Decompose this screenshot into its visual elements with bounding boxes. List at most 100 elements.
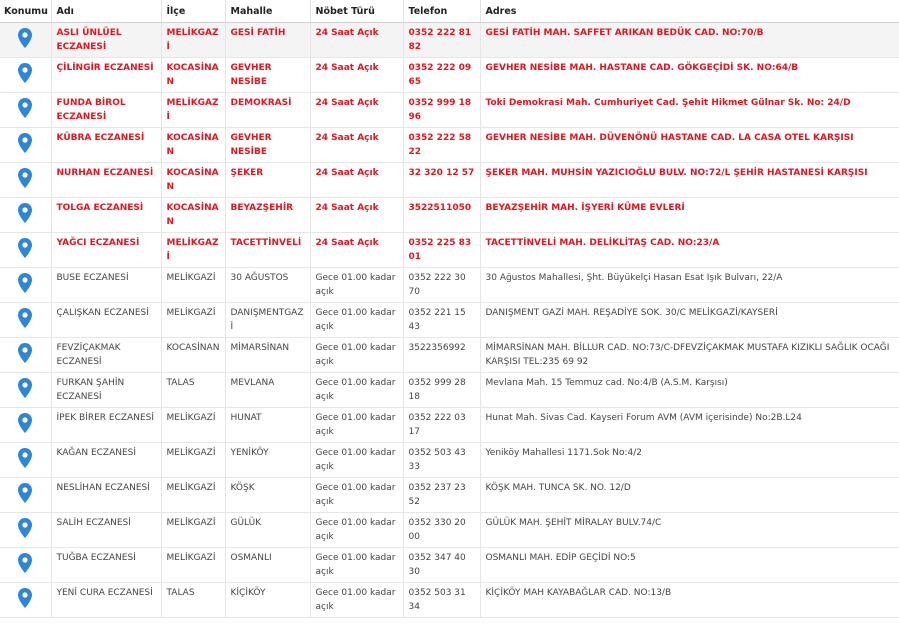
header-telefon[interactable]: Telefon [402,0,480,23]
neighborhood-cell: BEYAZŞEHİR [224,197,310,233]
neighborhood-cell: YENİKÖY [224,442,310,478]
phone-cell[interactable]: 0352 222 58 22 [402,127,480,163]
address-cell: BEYAZŞEHİR MAH. İŞYERİ KÜME EVLERİ [479,197,899,233]
table-row: BUSE ECZANESİ MELİKGAZİ 30 AĞUSTOS Gece 01.… [0,267,899,303]
table-row: FURKAN ŞAHİN ECZANESİ TALAS MEVLANA Gece 01… [0,372,899,408]
neighborhood-cell: 30 AĞUSTOS [224,267,310,303]
table-row: YENİ CURA ECZANESİ TALAS KİÇİKÖY Gece 01.00… [0,582,899,618]
table-row: NESLİHAN ECZANESİ MELİKGAZİ KÖŞK Gece 01.00… [0,477,899,513]
table-row: KAĞAN ECZANESİ MELİKGAZİ YENİKÖY Gece 01.00… [0,442,899,478]
address-cell: KÖŞK MAH. TUNCA SK. NO. 12/D [479,477,899,513]
phone-cell[interactable]: 0352 999 18 96 [402,92,480,128]
header-mahalle[interactable]: Mahalle [224,0,310,23]
map-marker-icon[interactable] [18,412,33,433]
neighborhood-cell: OSMANLI [224,547,310,583]
pharmacy-name-cell: NESLİHAN ECZANESİ [50,477,161,513]
location-cell [0,442,51,478]
phone-cell[interactable]: 3522356992 [402,337,480,373]
pharmacy-name-cell: ÇALIŞKAN ECZANESİ [50,302,161,338]
phone-cell[interactable]: 3522511050 [402,197,480,233]
address-cell: Toki Demokrasi Mah. Cumhuriyet Cad. Şehi… [479,92,899,128]
district-cell: KOCASİNAN [160,197,225,233]
phone-cell[interactable]: 0352 237 23 52 [402,477,480,513]
address-cell: DANIŞMENT GAZİ MAH. REŞADİYE SOK. 30/C M… [479,302,899,338]
pharmacy-name-cell: BUSE ECZANESİ [50,267,161,303]
address-cell: GESİ FATİH MAH. SAFFET ARIKAN BEDÜK CAD.… [479,22,899,58]
district-cell: MELİKGAZİ [160,547,225,583]
duty-type-cell: Gece 01.00 kadar açık [309,337,403,373]
map-marker-icon[interactable] [18,237,33,258]
duty-type-cell: 24 Saat Açık [309,57,403,93]
neighborhood-cell: DANIŞMENTGAZİ [224,302,310,338]
map-marker-icon[interactable] [18,587,33,608]
pharmacy-name-cell: TOLGA ECZANESİ [50,197,161,233]
map-marker-icon[interactable] [18,27,33,48]
table-row: ÇALIŞKAN ECZANESİ MELİKGAZİ DANIŞMENTGAZİ G… [0,302,899,338]
district-cell: TALAS [160,582,225,618]
map-marker-icon[interactable] [18,517,33,538]
phone-cell[interactable]: 0352 222 09 65 [402,57,480,93]
map-marker-icon[interactable] [18,482,33,503]
location-cell [0,267,51,303]
map-marker-icon[interactable] [18,307,33,328]
phone-cell[interactable]: 0352 503 31 34 [402,582,480,618]
map-marker-icon[interactable] [18,167,33,188]
district-cell: MELİKGAZİ [160,22,225,58]
table-row: YAĞCI ECZANESİ MELİKGAZİ TACETTİNVELİ 24 Sa… [0,232,899,268]
table-row: TUĞBA ECZANESİ MELİKGAZİ OSMANLI Gece 01.00… [0,547,899,583]
pharmacy-name-cell: TUĞBA ECZANESİ [50,547,161,583]
map-marker-icon[interactable] [18,132,33,153]
header-nobet[interactable]: Nöbet Türü [309,0,403,23]
table-row: FEVZİÇAKMAK ECZANESİ KOCASİNAN MİMARSİNAN G… [0,337,899,373]
header-adi[interactable]: Adı [50,0,161,23]
header-adres[interactable]: Adres [479,0,899,23]
neighborhood-cell: TACETTİNVELİ [224,232,310,268]
address-cell: Hunat Mah. Sivas Cad. Kayseri Forum AVM … [479,407,899,443]
district-cell: MELİKGAZİ [160,302,225,338]
phone-cell[interactable]: 0352 347 40 30 [402,547,480,583]
district-cell: MELİKGAZİ [160,267,225,303]
duty-type-cell: 24 Saat Açık [309,22,403,58]
district-cell: MELİKGAZİ [160,512,225,548]
district-cell: KOCASİNAN [160,337,225,373]
duty-type-cell: Gece 01.00 kadar açık [309,302,403,338]
map-marker-icon[interactable] [18,342,33,363]
phone-cell[interactable]: 0352 225 83 01 [402,232,480,268]
map-marker-icon[interactable] [18,97,33,118]
pharmacy-name-cell: SALİH ECZANESİ [50,512,161,548]
map-marker-icon[interactable] [18,62,33,83]
duty-type-cell: Gece 01.00 kadar açık [309,512,403,548]
location-cell [0,127,51,163]
map-marker-icon[interactable] [18,447,33,468]
address-cell: KİÇİKÖY MAH KAYABAĞLAR CAD. NO:13/B [479,582,899,618]
location-cell [0,92,51,128]
district-cell: TALAS [160,372,225,408]
neighborhood-cell: GEVHER NESİBE [224,57,310,93]
location-cell [0,512,51,548]
neighborhood-cell: ŞEKER [224,162,310,198]
district-cell: KOCASİNAN [160,57,225,93]
map-marker-icon[interactable] [18,377,33,398]
phone-cell[interactable]: 0352 221 15 43 [402,302,480,338]
header-ilce[interactable]: İlçe [160,0,225,23]
location-cell [0,407,51,443]
phone-cell[interactable]: 32 320 12 57 [402,162,480,198]
phone-cell[interactable]: 0352 222 03 17 [402,407,480,443]
district-cell: KOCASİNAN [160,127,225,163]
pharmacy-name-cell: FEVZİÇAKMAK ECZANESİ [50,337,161,373]
address-cell: 30 Ağustos Mahallesi, Şht. Büyükelçi Has… [479,267,899,303]
phone-cell[interactable]: 0352 330 20 00 [402,512,480,548]
neighborhood-cell: GÜLÜK [224,512,310,548]
map-marker-icon[interactable] [18,272,33,293]
pharmacy-name-cell: FURKAN ŞAHİN ECZANESİ [50,372,161,408]
map-marker-icon[interactable] [18,552,33,573]
address-cell: OSMANLI MAH. EDİP GEÇİDİ NO:5 [479,547,899,583]
phone-cell[interactable]: 0352 999 28 18 [402,372,480,408]
phone-cell[interactable]: 0352 222 30 70 [402,267,480,303]
phone-cell[interactable]: 0352 503 43 33 [402,442,480,478]
neighborhood-cell: DEMOKRASİ [224,92,310,128]
map-marker-icon[interactable] [18,202,33,223]
phone-cell[interactable]: 0352 222 81 82 [402,22,480,58]
header-konum[interactable]: Konumu [0,0,51,23]
neighborhood-cell: MEVLANA [224,372,310,408]
